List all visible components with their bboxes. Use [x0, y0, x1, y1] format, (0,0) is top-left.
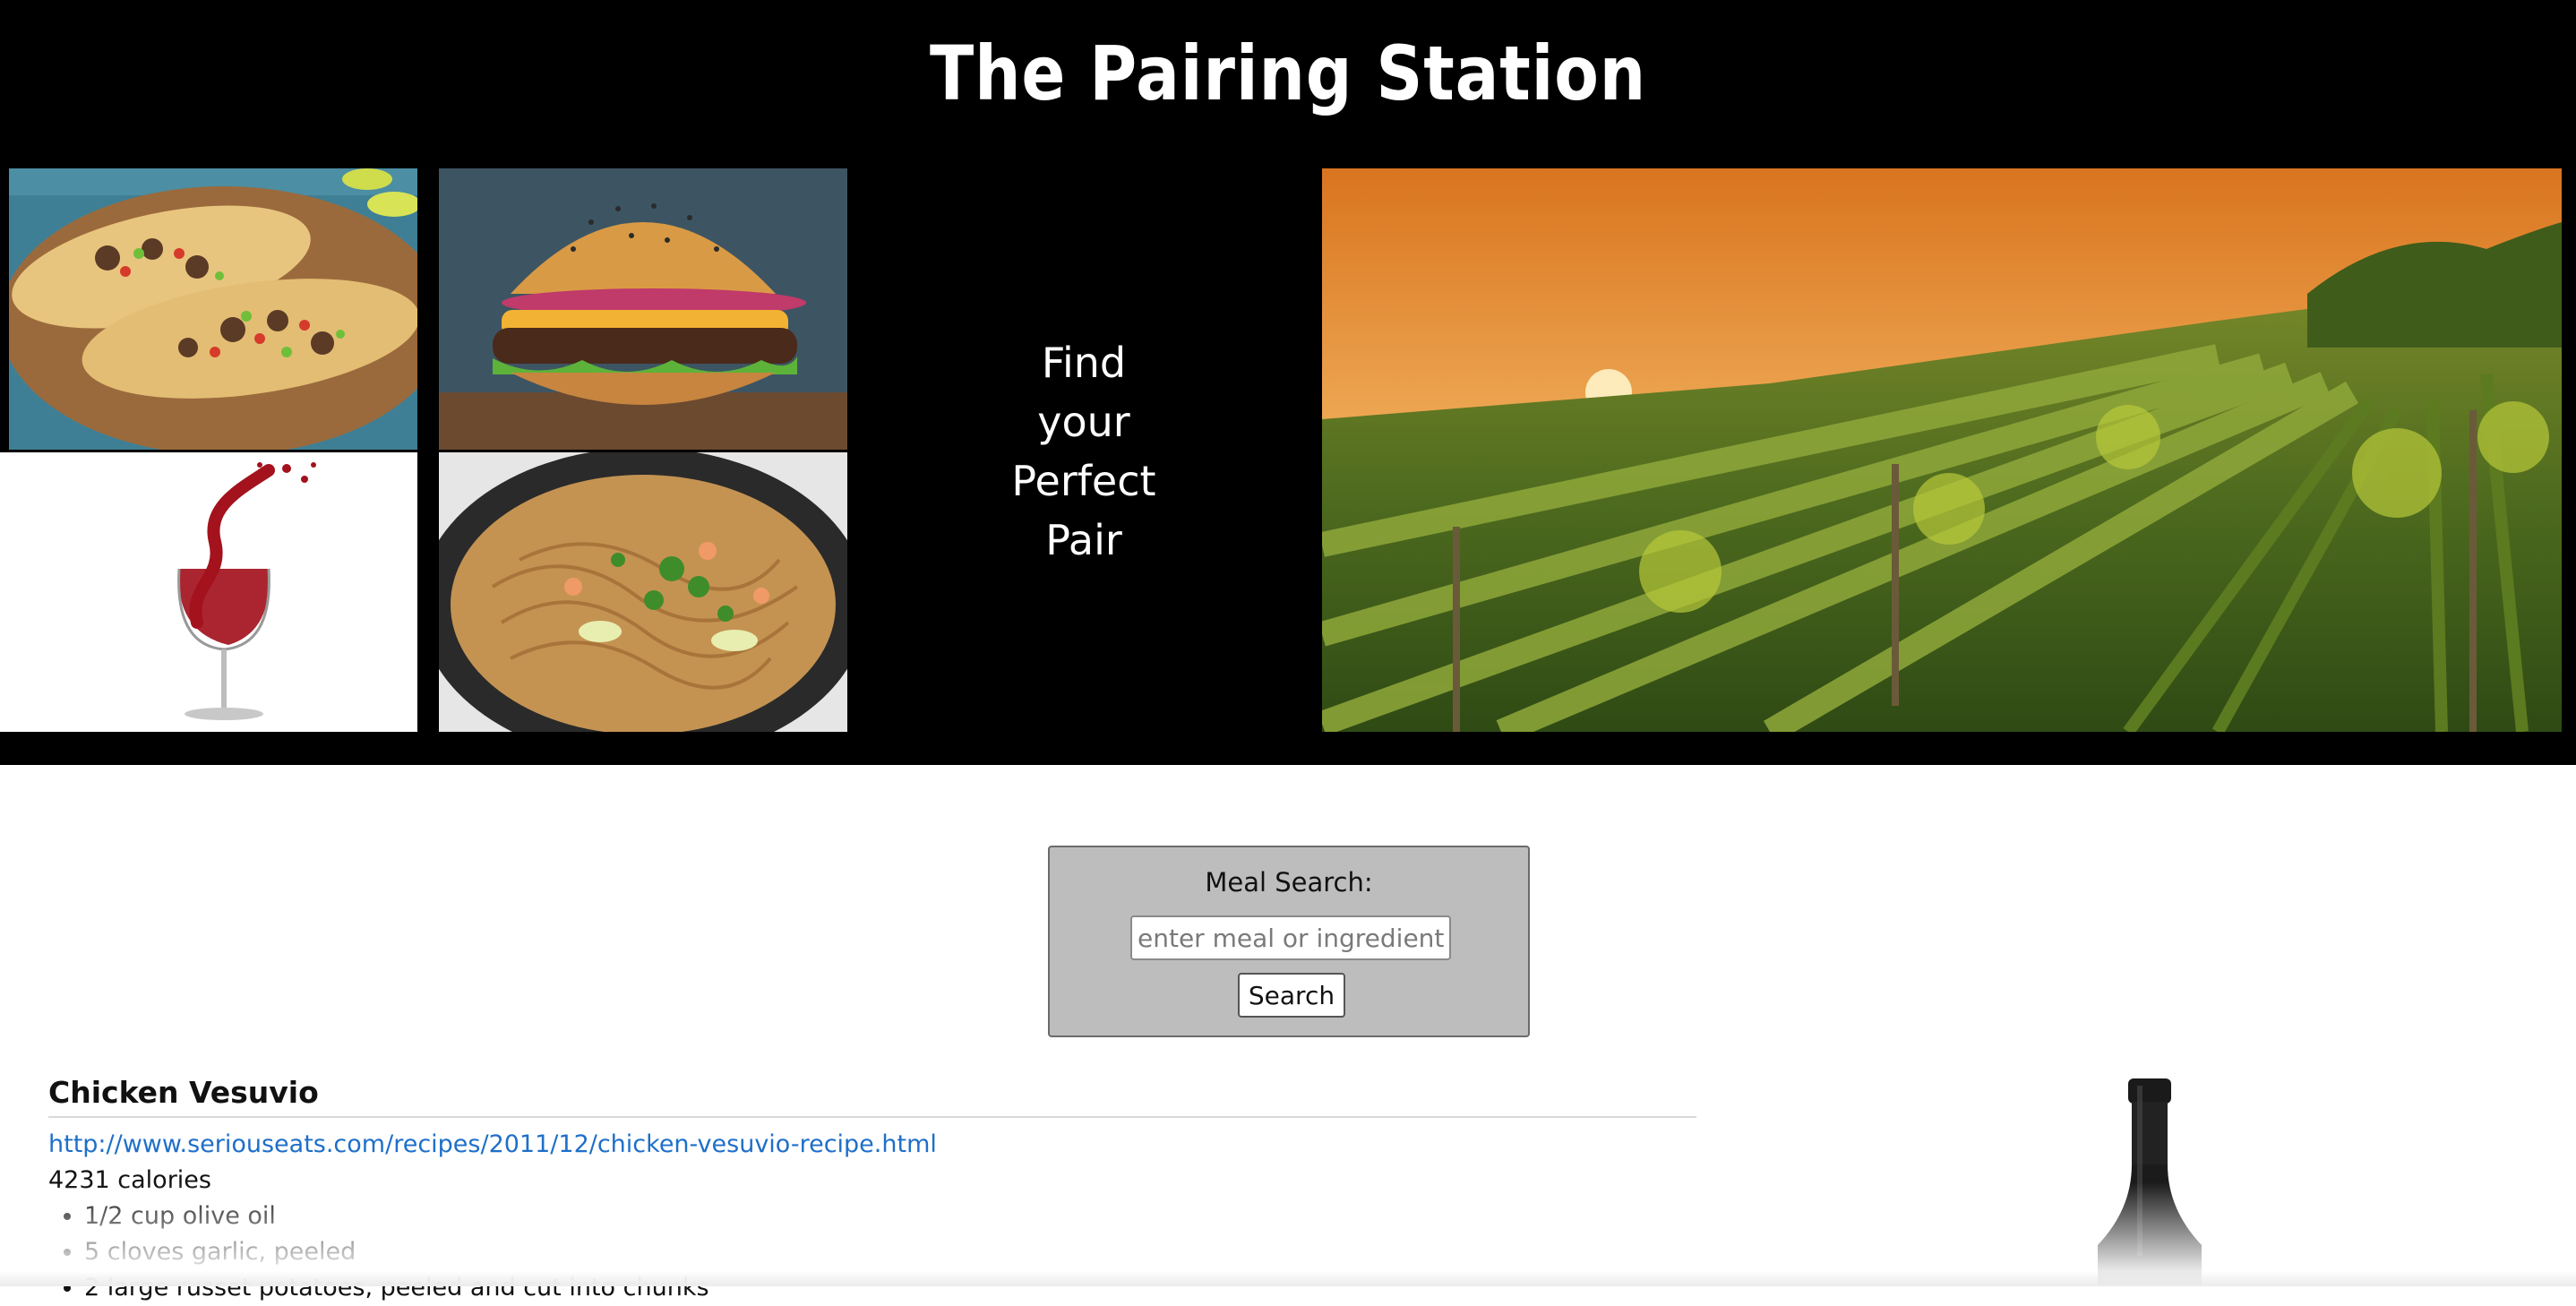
tagline-line: Find	[1041, 339, 1127, 387]
tagline-line: Pair	[1045, 516, 1122, 564]
search-button[interactable]: Search	[1238, 973, 1345, 1018]
recipe-calories: 4231 calories	[48, 1166, 211, 1194]
wine-bottle-image	[2087, 1075, 2212, 1286]
list-item: 5 cloves garlic, peeled	[84, 1234, 1696, 1270]
recipe-result: Chicken Vesuvio http://www.seriouseats.c…	[48, 1071, 1696, 1306]
list-item: 1/2 cup olive oil	[84, 1199, 1696, 1234]
recipe-title: Chicken Vesuvio	[48, 1075, 319, 1110]
tacos-image	[9, 168, 417, 450]
wine-glass-image	[0, 452, 417, 732]
recipe-link[interactable]: http://www.seriouseats.com/recipes/2011/…	[48, 1127, 1696, 1163]
header-banner: The Pairing Station Find your Perfect Pa…	[0, 0, 2576, 765]
meal-search-input[interactable]	[1130, 915, 1451, 960]
site-title: The Pairing Station	[929, 30, 1647, 117]
divider	[48, 1116, 1696, 1118]
tagline: Find your Perfect Pair	[932, 333, 1236, 570]
tagline-line: Perfect	[1011, 457, 1156, 505]
tagline-line: your	[1037, 398, 1130, 446]
list-item: 2 large russet potatoes, peeled and cut …	[84, 1270, 1696, 1306]
vineyard-image	[1322, 168, 2562, 732]
meal-search-panel: Meal Search: Search	[1048, 846, 1530, 1037]
noodles-image	[439, 452, 847, 732]
meal-search-label: Meal Search:	[1205, 867, 1373, 898]
ingredient-list: 1/2 cup olive oil 5 cloves garlic, peele…	[48, 1199, 1696, 1306]
burger-image	[439, 168, 847, 450]
